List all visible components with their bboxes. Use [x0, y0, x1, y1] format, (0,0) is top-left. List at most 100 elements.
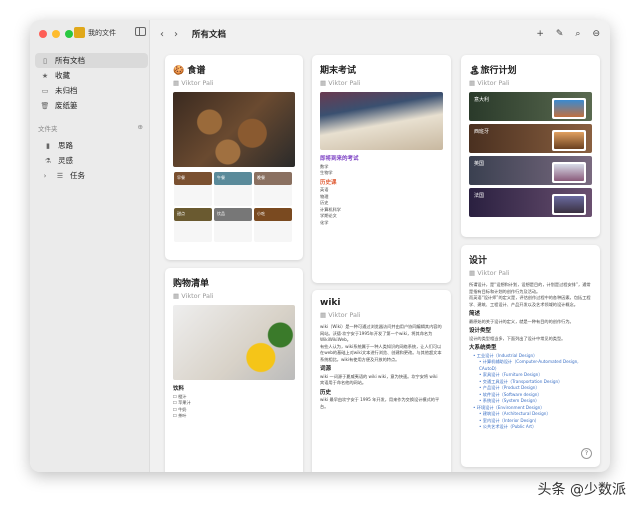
- close-button[interactable]: [39, 30, 47, 38]
- paragraph: wiki 最早由坎宁安于 1995 年开发，用来作为交换设计模式的平台。: [320, 397, 440, 409]
- travel-item[interactable]: 意大利: [469, 92, 592, 121]
- place-name: 意大利: [474, 97, 490, 103]
- paragraph: 最原始的关于设计的定义，就是一种有目的的创作行为。: [469, 318, 574, 324]
- add-folder-icon[interactable]: ⊕: [138, 123, 143, 133]
- folders-heading: 文件夹: [38, 125, 58, 133]
- author: Viktor Pali: [328, 311, 361, 319]
- design-type-item[interactable]: • 公共艺术设计（Public Art）: [469, 424, 592, 431]
- item-text: 苹果汁: [178, 400, 191, 405]
- list-heading: 饮料: [173, 386, 185, 392]
- chevron-right-icon[interactable]: ›: [40, 172, 50, 180]
- zoom-button[interactable]: [65, 30, 73, 38]
- paragraph: 而英语“设计师”的定义是，评估创作过程中的各种因素，包括工程学、建筑、工程设计、…: [469, 295, 591, 307]
- tile[interactable]: 午餐: [214, 172, 252, 206]
- travel-item[interactable]: 英国: [469, 156, 592, 185]
- sidebar-item-all-docs[interactable]: ▯ 所有文档: [35, 53, 148, 68]
- folder-inspiration[interactable]: ⚗ 灵感: [35, 153, 148, 168]
- books-image: [320, 92, 443, 150]
- card-author: ▦ Viktor Pali: [469, 269, 510, 277]
- place-name: 法国: [474, 193, 485, 199]
- place-name: 英国: [474, 161, 485, 167]
- tile-label: 饮品: [217, 211, 225, 216]
- tile[interactable]: 早餐: [174, 172, 212, 206]
- lemons-image: [173, 305, 295, 380]
- cookies-image: [173, 92, 295, 167]
- app-window: 我的文件 ▯ 所有文档 ★ 收藏 ▭ 未归档 🗑 废纸篓 文件夹 ⊕ ▮ 思路 ⚗ 灵感 › ☰…: [30, 20, 610, 472]
- author: Viktor Pali: [181, 79, 214, 87]
- back-icon[interactable]: ‹: [160, 29, 164, 40]
- section-heading: 历史课: [320, 179, 337, 186]
- more-icon[interactable]: ⊖: [592, 29, 600, 39]
- search-icon[interactable]: ⌕: [575, 29, 580, 39]
- card-final-exam[interactable]: 期末考试 ▦ Viktor Pali 即将到来的考试 数学 生物学 历史课 英语…: [312, 55, 451, 283]
- tile-label: 早餐: [177, 175, 185, 180]
- card-author: ▦ Viktor Pali: [320, 79, 361, 87]
- tile[interactable]: 小吃: [254, 208, 292, 242]
- checklist-item[interactable]: ☐ 茶叶: [173, 413, 295, 420]
- section-heading: 历史: [320, 389, 332, 396]
- main-area: ‹ › 所有文档 + ✎ ⌕ ⊖ 🍪 食谱 ▦ Viktor Pali 早餐 午餐 晚餐 …: [150, 20, 610, 472]
- author: Viktor Pali: [328, 79, 361, 87]
- label: 任务: [70, 171, 85, 180]
- sidebar-item-favorites[interactable]: ★ 收藏: [35, 68, 148, 83]
- travel-item[interactable]: 法国: [469, 188, 592, 217]
- item-text: 牛奶: [178, 406, 187, 412]
- design-types-list: • 工业设计（Industrial Design） • 计算机辅助设计（Compu…: [469, 353, 592, 431]
- card-author: ▦ Viktor Pali: [173, 79, 214, 87]
- toolbar: ‹ › 所有文档 + ✎ ⌕ ⊖: [150, 20, 610, 48]
- page-title: 所有文档: [192, 30, 227, 40]
- folder-tasks[interactable]: › ☰ 任务: [35, 168, 148, 183]
- card-title: 食谱: [187, 66, 206, 76]
- card-recipes[interactable]: 🍪 食谱 ▦ Viktor Pali 早餐 午餐 晚餐 甜点 饮品 小吃: [165, 55, 303, 260]
- help-button[interactable]: ?: [581, 448, 592, 459]
- card-design[interactable]: 设计 ▦ Viktor Pali 所谓设计，是“设想和计划，设想是目的，计划是过…: [461, 245, 600, 467]
- notebook-icon: ▮: [46, 141, 50, 150]
- tile[interactable]: 饮品: [214, 208, 252, 242]
- section-heading: 大系统类型: [469, 345, 497, 351]
- label: 灵感: [58, 156, 73, 165]
- card-author: ▦ Viktor Pali: [173, 292, 214, 300]
- label: 所有文档: [55, 56, 85, 65]
- section-heading: 设计类型: [469, 328, 492, 334]
- star-icon: ★: [41, 71, 49, 80]
- paragraph: 有些人认为，wiki系统属于一种人类知识的网络系统，让人们可以在web的基础上对…: [320, 343, 442, 362]
- forward-icon[interactable]: ›: [174, 29, 178, 40]
- card-wiki[interactable]: wiki ▦ Viktor Pali wiki（Wiki）是一种可通过浏览器访问…: [312, 290, 451, 472]
- card-shopping-list[interactable]: 购物清单 ▦ Viktor Pali 饮料 ☐ 橙汁 ☐ 苹果汁 ☐ 牛奶 ☐ …: [165, 268, 303, 472]
- tile[interactable]: 晚餐: [254, 172, 292, 206]
- folder-ideas[interactable]: ▮ 思路: [35, 138, 148, 153]
- card-title: 期末考试: [320, 66, 357, 76]
- sidebar-item-unfiled[interactable]: ▭ 未归档: [35, 83, 148, 98]
- card-title: 购物清单: [173, 279, 210, 289]
- sidebar-item-trash[interactable]: 🗑 废纸篓: [35, 98, 148, 113]
- author: Viktor Pali: [181, 292, 214, 300]
- app-title: 我的文件: [88, 29, 116, 37]
- tile[interactable]: 甜点: [174, 208, 212, 242]
- author: Viktor Pali: [477, 79, 510, 87]
- label: 收藏: [55, 71, 70, 80]
- minimize-button[interactable]: [52, 30, 60, 38]
- compose-icon[interactable]: ✎: [556, 29, 564, 39]
- add-icon[interactable]: +: [536, 29, 544, 39]
- section-heading: 词源: [320, 366, 332, 372]
- window-controls: [39, 30, 73, 38]
- tray-icon: ▭: [41, 86, 49, 95]
- paragraph: 设计的类型相当多，下面列出了设计中常见的类型。: [469, 335, 566, 341]
- inspiration-icon: ⚗: [44, 156, 52, 165]
- cookie-icon: 🍪: [173, 66, 185, 76]
- section-heading: 简述: [469, 311, 481, 317]
- card-title: 设计: [469, 256, 488, 266]
- label: 废纸篓: [55, 101, 78, 110]
- app-icon: [74, 27, 85, 38]
- subject: 化学: [320, 219, 329, 225]
- doc-icon: ▯: [43, 56, 47, 65]
- palm-icon: 🏝: [469, 66, 481, 76]
- sidebar-toggle-icon[interactable]: [135, 27, 146, 36]
- card-travel-plan[interactable]: 🏝旅行计划 ▦ Viktor Pali 意大利 西班牙 英国 法国: [461, 55, 600, 237]
- travel-item[interactable]: 西班牙: [469, 124, 592, 153]
- design-type-item[interactable]: • 计算机辅助设计（Computer-Automated Design, CAu…: [469, 359, 592, 372]
- list-icon: ☰: [56, 171, 64, 180]
- paragraph: wiki 一词源于夏威夷语的 wiki wiki，意为快速。坎宁安将 wiki …: [320, 373, 438, 386]
- card-author: ▦ Viktor Pali: [320, 311, 361, 319]
- subject: 生物学: [320, 170, 333, 175]
